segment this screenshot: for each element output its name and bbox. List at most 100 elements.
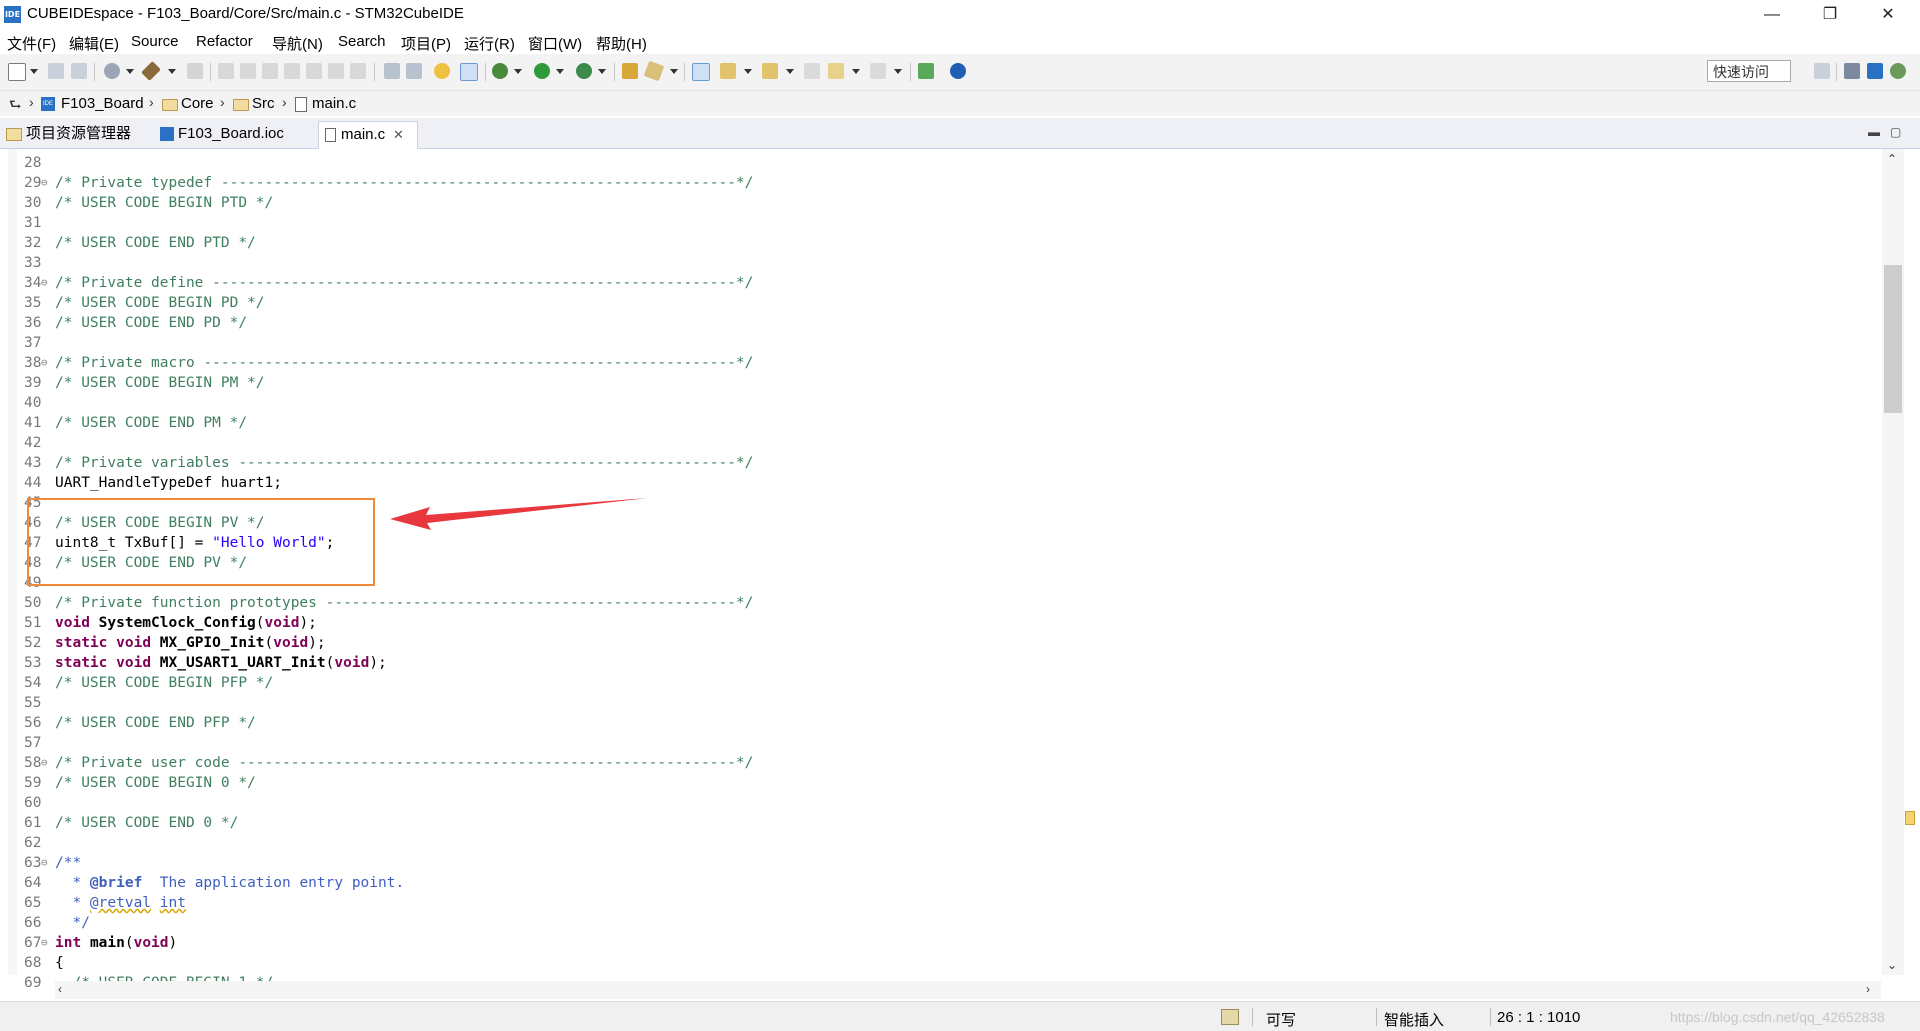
menu-project[interactable]: 项目(P) xyxy=(401,33,451,54)
code-line[interactable]: 55 xyxy=(0,693,1880,713)
code-line[interactable]: 59 /* USER CODE BEGIN 0 */ xyxy=(0,773,1880,793)
fold-toggle-icon[interactable]: ⊖ xyxy=(41,273,48,293)
close-icon[interactable]: ✕ xyxy=(393,122,404,148)
run-dropdown-icon[interactable] xyxy=(556,69,564,74)
peripheral-icon[interactable] xyxy=(434,63,450,79)
hammer-icon[interactable] xyxy=(141,61,161,81)
run-icon[interactable] xyxy=(534,63,550,79)
external-tools-dropdown-icon[interactable] xyxy=(598,69,606,74)
c-perspective-icon[interactable] xyxy=(1844,63,1860,79)
back-dropdown-icon[interactable] xyxy=(852,69,860,74)
code-line[interactable]: 64 * @brief The application entry point. xyxy=(0,873,1880,893)
save-all-icon[interactable] xyxy=(71,63,87,79)
code-line[interactable]: 68 { xyxy=(0,953,1880,973)
code-line[interactable]: 41 /* USER CODE END PM */ xyxy=(0,413,1880,433)
console-icon[interactable] xyxy=(384,63,400,79)
open-perspective-icon[interactable] xyxy=(1814,63,1830,79)
code-line[interactable]: 62 xyxy=(0,833,1880,853)
menu-refactor[interactable]: Refactor xyxy=(196,33,253,50)
code-line[interactable]: 52 static void MX_GPIO_Init(void); xyxy=(0,633,1880,653)
quick-access-input[interactable]: 快速访问 xyxy=(1707,60,1791,82)
debug-icon[interactable] xyxy=(492,63,508,79)
tab-project-explorer[interactable]: 项目资源管理器 xyxy=(6,121,146,147)
code-line[interactable]: 60 xyxy=(0,793,1880,813)
close-button[interactable]: ✕ xyxy=(1859,0,1917,30)
forward-dropdown-icon[interactable] xyxy=(894,69,902,74)
code-line[interactable]: 35 /* USER CODE BEGIN PD */ xyxy=(0,293,1880,313)
menu-edit[interactable]: 编辑(E) xyxy=(69,33,119,54)
code-line[interactable]: 58 ⊖ /* Private user code ----------------… xyxy=(0,753,1880,773)
code-line[interactable]: 38 ⊖ /* Private macro --------------------… xyxy=(0,353,1880,373)
binary-icon[interactable] xyxy=(187,63,203,79)
code-line[interactable]: 32 /* USER CODE END PTD */ xyxy=(0,233,1880,253)
scroll-up-icon[interactable]: ⌃ xyxy=(1887,152,1897,166)
menu-window[interactable]: 窗口(W) xyxy=(528,33,582,54)
code-line[interactable]: 53 static void MX_USART1_UART_Init(void); xyxy=(0,653,1880,673)
fold-toggle-icon[interactable]: ⊖ xyxy=(41,933,48,953)
scroll-right-icon[interactable]: › xyxy=(1866,982,1870,996)
previous-annotation-icon[interactable] xyxy=(762,63,778,79)
gear-icon[interactable] xyxy=(104,63,120,79)
minimize-button[interactable]: — xyxy=(1743,0,1801,30)
code-line[interactable]: 63 ⊖ /** xyxy=(0,853,1880,873)
code-line[interactable]: 67 ⊖ int main(void) xyxy=(0,933,1880,953)
instruction-step-icon[interactable] xyxy=(406,63,422,79)
mx-perspective-icon[interactable] xyxy=(1867,63,1883,79)
menu-help[interactable]: 帮助(H) xyxy=(596,33,647,54)
search-icon[interactable] xyxy=(643,60,665,82)
breadcrumb-core[interactable]: Core xyxy=(181,95,214,112)
breadcrumb-src[interactable]: Src xyxy=(252,95,275,112)
menu-source[interactable]: Source xyxy=(131,33,179,50)
code-line[interactable]: 61 /* USER CODE END 0 */ xyxy=(0,813,1880,833)
scroll-left-icon[interactable]: ‹ xyxy=(58,982,62,996)
code-line[interactable]: 66 */ xyxy=(0,913,1880,933)
code-line[interactable]: 42 xyxy=(0,433,1880,453)
build-dropdown-icon[interactable] xyxy=(168,69,176,74)
code-line[interactable]: 44 UART_HandleTypeDef huart1; xyxy=(0,473,1880,493)
breadcrumb-project[interactable]: F103_Board xyxy=(61,95,144,112)
build-status-icon[interactable] xyxy=(1221,1009,1239,1025)
disconnect-icon[interactable] xyxy=(284,63,300,79)
menu-search[interactable]: Search xyxy=(338,33,386,50)
open-type-icon[interactable] xyxy=(622,63,638,79)
next-annotation-icon[interactable] xyxy=(720,63,736,79)
code-line[interactable]: 34 ⊖ /* Private define -------------------… xyxy=(0,273,1880,293)
last-edit-icon[interactable] xyxy=(804,63,820,79)
toggle-icon[interactable] xyxy=(460,63,478,81)
breadcrumb-menu-icon[interactable]: ⮑ xyxy=(9,94,22,118)
menu-file[interactable]: 文件(F) xyxy=(7,33,56,54)
dropdown-icon[interactable] xyxy=(126,69,134,74)
new-dropdown-icon[interactable] xyxy=(30,69,38,74)
external-tools-icon[interactable] xyxy=(576,63,592,79)
debug-dropdown-icon[interactable] xyxy=(514,69,522,74)
fold-toggle-icon[interactable]: ⊖ xyxy=(41,173,48,193)
next-annotation-dropdown-icon[interactable] xyxy=(744,69,752,74)
code-line[interactable]: 36 /* USER CODE END PD */ xyxy=(0,313,1880,333)
tab-main-c[interactable]: main.c ✕ xyxy=(318,121,418,150)
new-icon[interactable] xyxy=(8,63,26,81)
scroll-down-icon[interactable]: ⌄ xyxy=(1887,958,1897,972)
fold-toggle-icon[interactable]: ⊖ xyxy=(41,753,48,773)
step-into-icon[interactable] xyxy=(306,63,322,79)
code-line[interactable]: 54 /* USER CODE BEGIN PFP */ xyxy=(0,673,1880,693)
pin-editor-icon[interactable] xyxy=(918,63,934,79)
overview-marker[interactable] xyxy=(1905,811,1915,825)
debug-perspective-icon[interactable] xyxy=(1890,63,1906,79)
previous-annotation-dropdown-icon[interactable] xyxy=(786,69,794,74)
terminate-icon[interactable] xyxy=(262,63,278,79)
search-dropdown-icon[interactable] xyxy=(670,69,678,74)
fold-toggle-icon[interactable]: ⊖ xyxy=(41,853,48,873)
restore-button[interactable]: ❐ xyxy=(1801,0,1859,30)
code-line[interactable]: 37 xyxy=(0,333,1880,353)
code-line[interactable]: 50 /* Private function prototypes -------… xyxy=(0,593,1880,613)
breadcrumb-file[interactable]: main.c xyxy=(312,95,356,112)
code-line[interactable]: 43 /* Private variables -----------------… xyxy=(0,453,1880,473)
step-over-icon[interactable] xyxy=(328,63,344,79)
menu-navigate[interactable]: 导航(N) xyxy=(272,33,323,54)
fold-toggle-icon[interactable]: ⊖ xyxy=(41,353,48,373)
code-line[interactable]: 39 /* USER CODE BEGIN PM */ xyxy=(0,373,1880,393)
code-line[interactable]: 31 xyxy=(0,213,1880,233)
save-icon[interactable] xyxy=(48,63,64,79)
minimize-view-icon[interactable]: ▬ xyxy=(1868,125,1880,139)
info-icon[interactable] xyxy=(950,63,966,79)
